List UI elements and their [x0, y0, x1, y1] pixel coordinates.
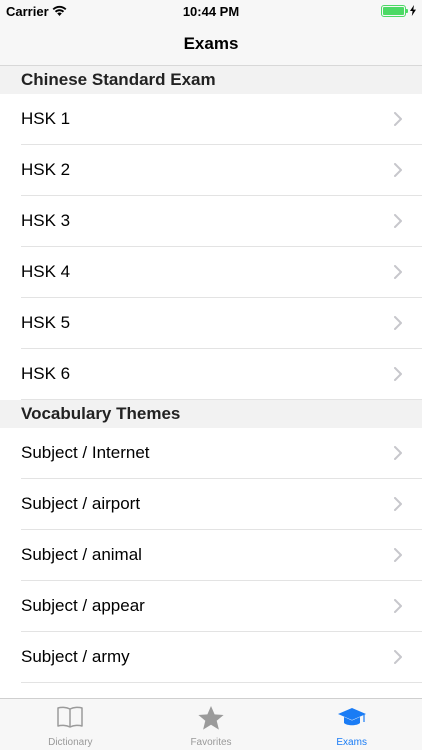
list-item[interactable]: HSK 2 — [0, 145, 422, 196]
list-item-label: Subject / appear — [21, 596, 145, 615]
chevron-right-icon — [394, 265, 402, 279]
list-item[interactable]: Subject / Internet — [0, 428, 422, 479]
tab-dictionary[interactable]: Dictionary — [0, 699, 141, 750]
list-item-label: HSK 2 — [21, 160, 71, 179]
chevron-right-icon — [394, 446, 402, 460]
chevron-right-icon — [394, 367, 402, 381]
list-item-label: Subject / animal — [21, 545, 142, 564]
list-item[interactable]: Subject / appear — [0, 581, 422, 632]
battery-cap — [406, 9, 408, 13]
chevron-right-icon — [394, 316, 402, 330]
list-item-label: HSK 1 — [21, 109, 71, 128]
navigation-bar: Exams — [0, 22, 422, 66]
status-time: 10:44 PM — [182, 4, 240, 19]
list-item[interactable]: Subject / airport — [0, 479, 422, 530]
section-header: Chinese Standard Exam — [0, 66, 422, 94]
section-header: Vocabulary Themes — [0, 400, 422, 428]
tab-exams[interactable]: Exams — [281, 699, 422, 750]
list-item-label: HSK 3 — [21, 211, 71, 230]
list-item[interactable]: HSK 1 — [0, 94, 422, 145]
chevron-right-icon — [394, 650, 402, 664]
list-item[interactable]: HSK 5 — [0, 298, 422, 349]
charging-bolt-icon — [410, 5, 416, 16]
star-icon — [197, 705, 225, 736]
page-title: Exams — [183, 34, 239, 53]
list-item-label: HSK 4 — [21, 262, 71, 281]
chevron-right-icon — [394, 112, 402, 126]
list-item-label: HSK 6 — [21, 364, 71, 383]
graduation-cap-icon — [337, 705, 367, 734]
list-item[interactable]: Subject / animal — [0, 530, 422, 581]
list-item-label: Subject / Internet — [21, 443, 150, 462]
tab-label: Dictionary — [48, 737, 93, 748]
list-item[interactable]: HSK 3 — [0, 196, 422, 247]
tab-label: Exams — [336, 737, 367, 748]
chevron-right-icon — [394, 214, 402, 228]
list-item-label: Subject / army — [21, 647, 130, 666]
list-item-label: Subject / airport — [21, 494, 141, 513]
chevron-right-icon — [394, 163, 402, 177]
list-item[interactable]: Subject / army — [0, 632, 422, 683]
tab-label: Favorites — [190, 737, 232, 748]
chevron-right-icon — [394, 548, 402, 562]
chevron-right-icon — [394, 497, 402, 511]
chevron-right-icon — [394, 599, 402, 613]
status-bar: Carrier 10:44 PM — [0, 0, 422, 22]
battery-fill — [383, 7, 404, 15]
list-item-label: HSK 5 — [21, 313, 71, 332]
tab-favorites[interactable]: Favorites — [141, 699, 282, 750]
battery-icon — [381, 5, 406, 17]
exam-list[interactable]: Chinese Standard Exam HSK 1 HSK 2 HSK 3 HSK … — [0, 66, 422, 698]
list-item[interactable]: HSK 6 — [0, 349, 422, 400]
tab-bar: Dictionary Favorites Exams — [0, 698, 422, 750]
book-icon — [56, 705, 84, 734]
list-item[interactable]: HSK 4 — [0, 247, 422, 298]
